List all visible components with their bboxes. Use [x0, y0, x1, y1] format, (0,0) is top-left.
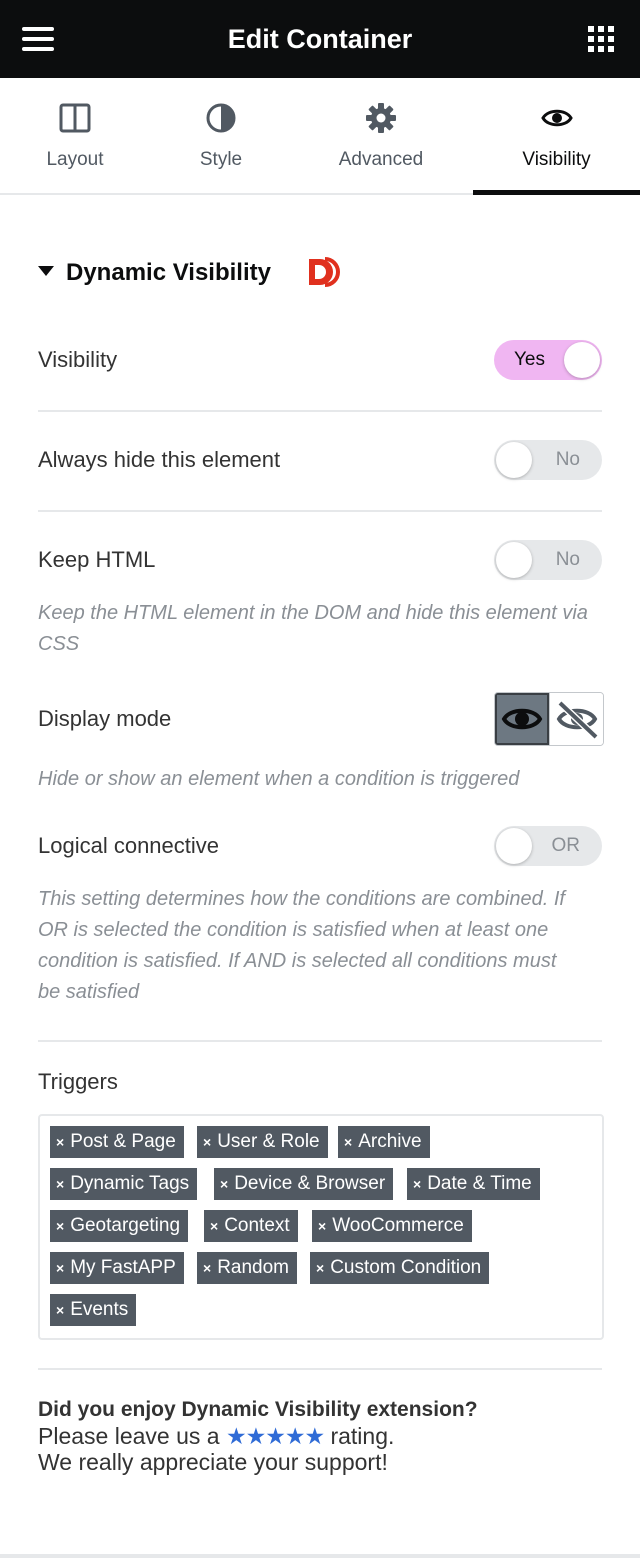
section-title: Dynamic Visibility — [66, 259, 271, 286]
section-toggle[interactable]: Dynamic Visibility — [38, 256, 271, 290]
tab-style[interactable]: Style — [150, 78, 292, 193]
switch-knob — [496, 442, 532, 478]
dynamic-logo-icon — [309, 257, 340, 287]
tab-visibility[interactable]: Visibility — [473, 78, 640, 195]
trigger-tag[interactable]: × Archive — [338, 1126, 430, 1158]
remove-icon[interactable]: × — [56, 1134, 64, 1150]
display-mode-choice — [494, 692, 604, 746]
eye-icon — [540, 109, 573, 127]
tag-label: Random — [217, 1257, 290, 1278]
rating-text: Please leave us a — [38, 1423, 220, 1449]
trigger-tag[interactable]: × Date & Time — [407, 1168, 540, 1200]
tag-label: Archive — [358, 1131, 422, 1152]
display-mode-help: Hide or show an element when a condition… — [38, 768, 520, 790]
rating-heading: Did you enjoy Dynamic Visibility extensi… — [38, 1398, 478, 1421]
trigger-tag[interactable]: × Dynamic Tags — [50, 1168, 198, 1200]
switch-state: No — [555, 549, 580, 570]
remove-icon[interactable]: × — [56, 1176, 64, 1192]
top-bar: Edit Container — [0, 0, 640, 78]
tag-label: Dynamic Tags — [70, 1173, 190, 1194]
tab-label: Advanced — [338, 149, 424, 170]
tag-label: Custom Condition — [330, 1257, 482, 1278]
divider — [38, 510, 602, 512]
remove-icon[interactable]: × — [203, 1260, 211, 1276]
panel-bottom-border — [0, 1554, 640, 1558]
contrast-icon — [206, 103, 236, 133]
remove-icon[interactable]: × — [210, 1218, 218, 1234]
trigger-tag[interactable]: × User & Role — [197, 1126, 328, 1158]
caret-down-icon — [38, 265, 54, 276]
divider — [38, 1040, 602, 1042]
trigger-tag[interactable]: × Events — [50, 1294, 137, 1326]
tag-label: User & Role — [217, 1131, 320, 1152]
display-mode-hide[interactable] — [549, 693, 603, 745]
trigger-tag[interactable]: × Custom Condition — [310, 1252, 490, 1284]
divider — [38, 1368, 602, 1370]
eye-slash-icon — [556, 700, 599, 740]
remove-icon[interactable]: × — [316, 1260, 324, 1276]
triggers-select[interactable]: × Post & Page × User & Role × Archive × Dyna… — [38, 1114, 604, 1340]
tag-label: WooCommerce — [332, 1215, 464, 1236]
trigger-tag[interactable]: × My FastAPP — [50, 1252, 184, 1284]
switch-state: No — [555, 449, 580, 470]
layout-icon — [59, 103, 91, 133]
rating-text: rating. — [330, 1423, 395, 1449]
keep-html-label: Keep HTML — [38, 547, 156, 572]
tab-advanced[interactable]: Advanced — [292, 78, 470, 193]
grid-icon[interactable] — [588, 26, 614, 52]
tab-label: Style — [199, 149, 243, 170]
switch-state: Yes — [514, 349, 545, 370]
remove-icon[interactable]: × — [344, 1134, 352, 1150]
trigger-tag[interactable]: × Context — [204, 1210, 298, 1242]
panel-tabs: Layout Style Advanced Visibility — [0, 78, 640, 195]
trigger-tag[interactable]: × Post & Page — [50, 1126, 184, 1158]
trigger-tag[interactable]: × Device & Browser — [214, 1168, 394, 1200]
keep-html-help: Keep the HTML element in the DOM and hid… — [38, 602, 588, 655]
tag-label: Geotargeting — [70, 1215, 181, 1236]
trigger-tag[interactable]: × Geotargeting — [50, 1210, 189, 1242]
remove-icon[interactable]: × — [56, 1260, 64, 1276]
switch-knob — [564, 342, 600, 378]
display-mode-label: Display mode — [38, 706, 172, 731]
support-line: We really appreciate your support! — [38, 1449, 388, 1475]
switch-knob — [496, 542, 532, 578]
visibility-label: Visibility — [38, 347, 118, 372]
tab-label: Layout — [46, 149, 104, 170]
trigger-tag[interactable]: × Random — [197, 1252, 298, 1284]
tag-label: Date & Time — [427, 1173, 532, 1194]
remove-icon[interactable]: × — [56, 1218, 64, 1234]
switch-knob — [496, 828, 532, 864]
keep-html-switch[interactable]: No — [494, 540, 602, 580]
tag-label: My FastAPP — [70, 1257, 176, 1278]
tag-label: Context — [224, 1215, 290, 1236]
tab-layout[interactable]: Layout — [0, 78, 150, 193]
tag-label: Device & Browser — [234, 1173, 386, 1194]
trigger-tag[interactable]: × WooCommerce — [312, 1210, 472, 1242]
divider — [38, 410, 602, 412]
tab-label: Visibility — [522, 149, 591, 170]
remove-icon[interactable]: × — [413, 1176, 421, 1192]
remove-icon[interactable]: × — [220, 1176, 228, 1192]
logical-connective-label: Logical connective — [38, 833, 220, 858]
rating-line: Please leave us a ★★★★★ rating. — [38, 1422, 394, 1450]
always-hide-switch[interactable]: No — [494, 440, 602, 480]
rating-stars-link[interactable]: ★★★★★ — [226, 1423, 325, 1449]
logical-connective-switch[interactable]: OR — [494, 826, 602, 866]
always-hide-label: Always hide this element — [38, 447, 281, 472]
eye-icon — [501, 708, 543, 730]
remove-icon[interactable]: × — [318, 1218, 326, 1234]
panel-title: Edit Container — [227, 24, 413, 54]
tag-label: Post & Page — [70, 1131, 176, 1152]
display-mode-show[interactable] — [495, 693, 549, 745]
remove-icon[interactable]: × — [203, 1134, 211, 1150]
triggers-label: Triggers — [38, 1069, 118, 1094]
switch-state: OR — [551, 835, 581, 856]
remove-icon[interactable]: × — [56, 1302, 64, 1318]
logical-connective-help: This setting determines how the conditio… — [38, 888, 565, 1003]
tag-label: Events — [70, 1299, 129, 1320]
visibility-switch[interactable]: Yes — [494, 340, 602, 380]
gear-icon — [366, 103, 396, 133]
